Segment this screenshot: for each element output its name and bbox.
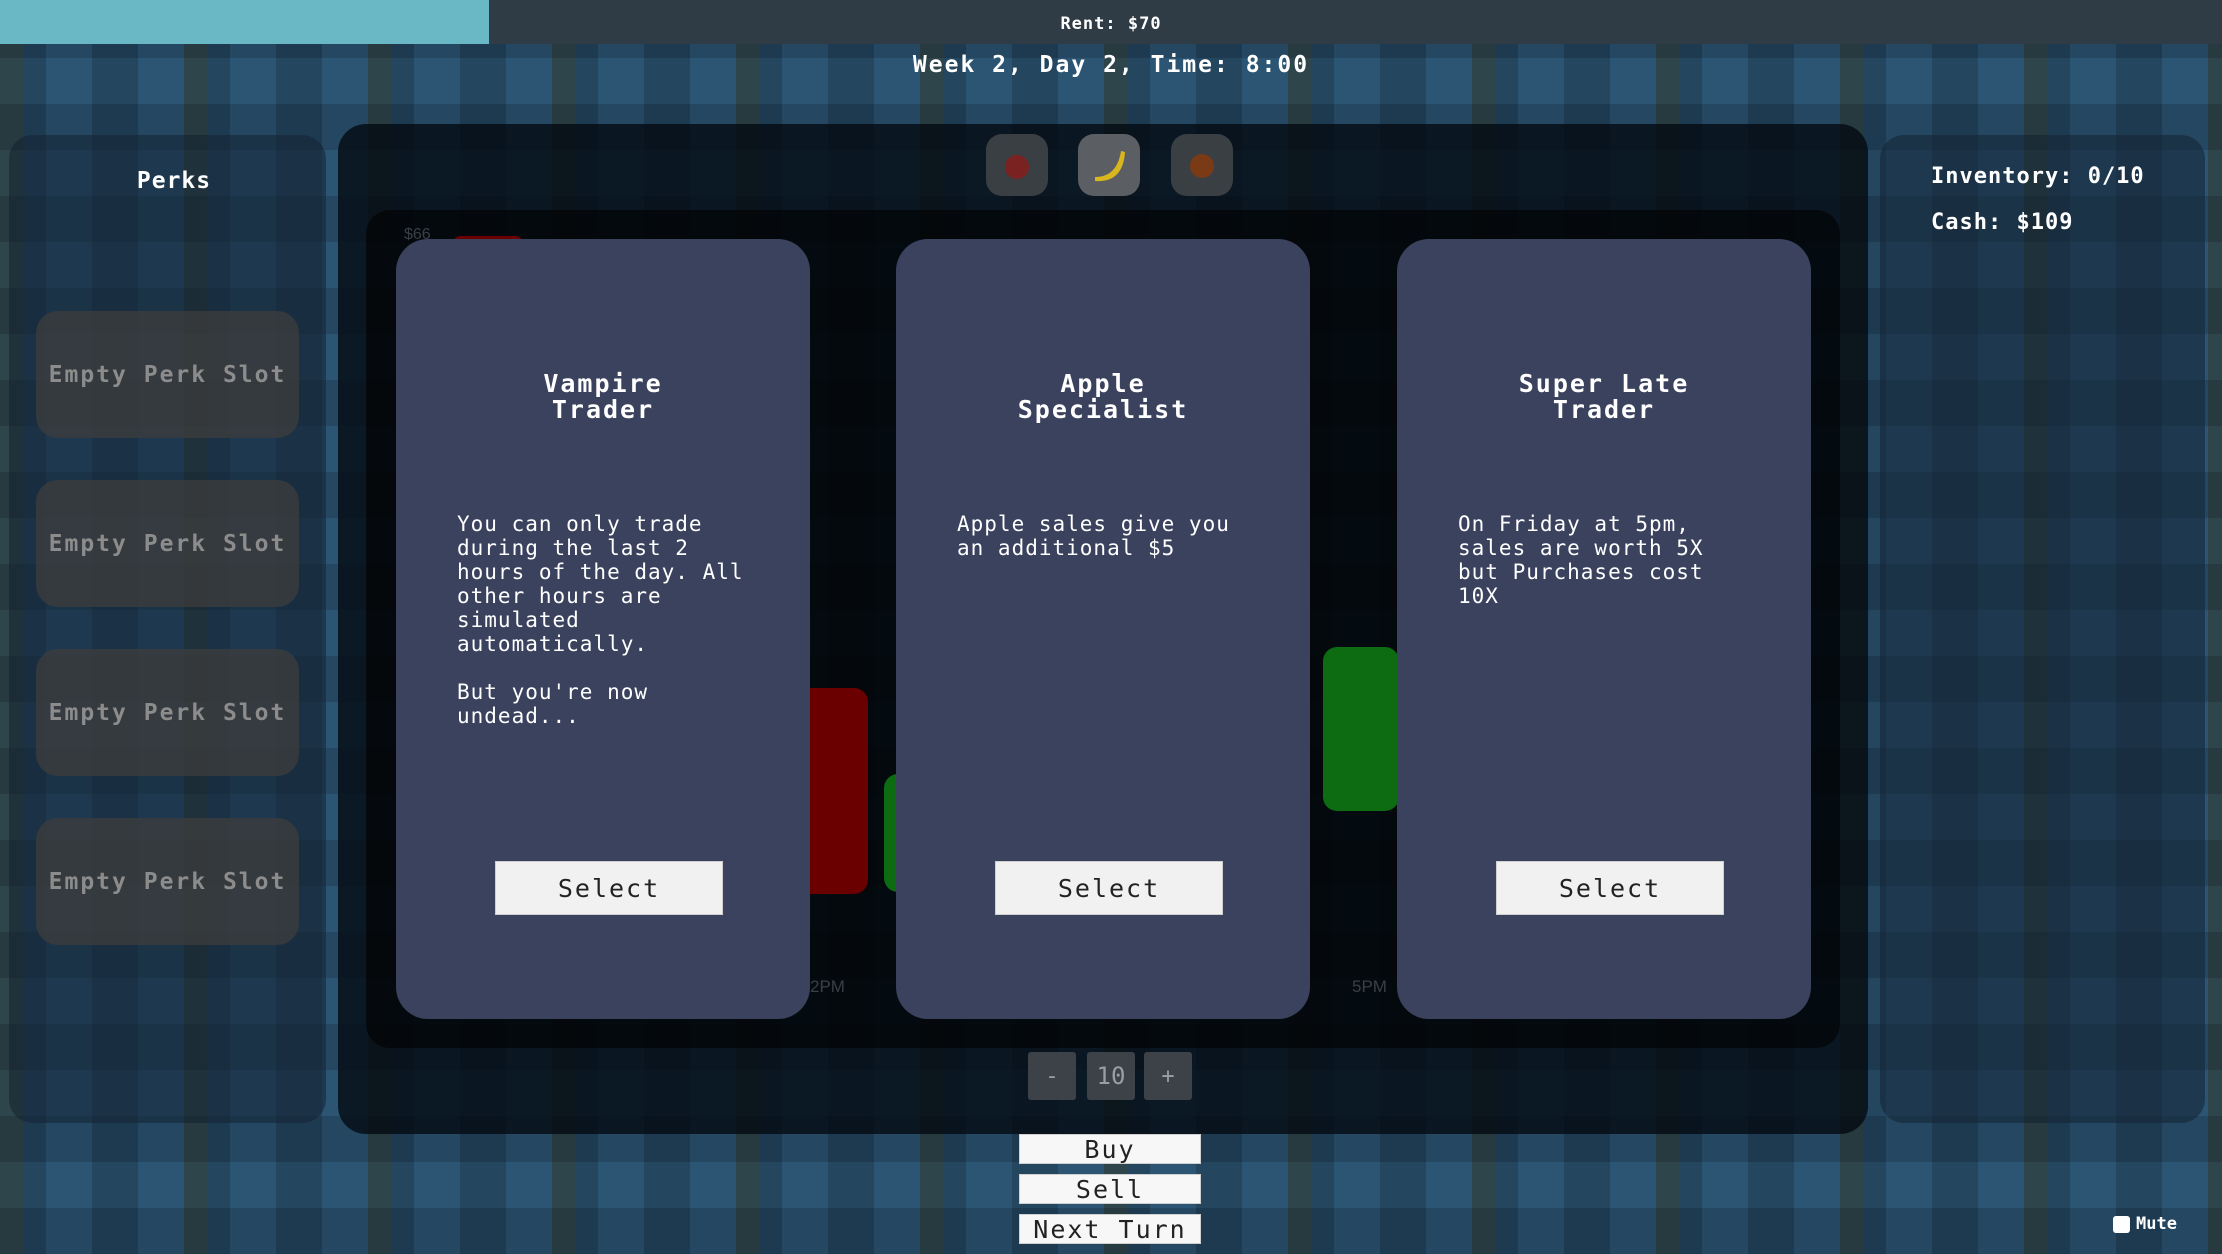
orange-tab[interactable] — [1171, 134, 1233, 196]
increase-quantity-button[interactable]: + — [1144, 1052, 1192, 1100]
buy-button[interactable]: Buy — [1019, 1134, 1201, 1164]
next-turn-button[interactable]: Next Turn — [1019, 1214, 1201, 1244]
select-perk-button[interactable]: Select — [495, 861, 723, 915]
perk-card-vampire-trader: Vampire Trader You can only trade during… — [396, 239, 810, 1019]
select-perk-button[interactable]: Select — [1496, 861, 1724, 915]
perk-slot[interactable]: Empty Perk Slot — [36, 480, 299, 607]
game-clock: Week 2, Day 2, Time: 8:00 — [912, 52, 1310, 78]
perk-card-description: You can only trade during the last 2 hou… — [457, 512, 744, 728]
perk-slot[interactable]: Empty Perk Slot — [36, 649, 299, 776]
quantity-value: 10 — [1087, 1052, 1135, 1100]
price-candle — [1323, 647, 1399, 811]
perk-card-apple-specialist: Apple Specialist Apple sales give you an… — [896, 239, 1310, 1019]
decrease-quantity-button[interactable]: - — [1028, 1052, 1076, 1100]
perk-card-super-late-trader: Super Late Trader On Friday at 5pm, sale… — [1397, 239, 1811, 1019]
perk-card-description: Apple sales give you an additional $5 — [957, 512, 1230, 560]
rent-label: Rent: $70 — [1060, 14, 1162, 34]
sell-button[interactable]: Sell — [1019, 1174, 1201, 1204]
mute-toggle[interactable]: Mute — [2113, 1214, 2177, 1234]
perks-panel — [9, 135, 326, 1123]
orange-icon — [1190, 154, 1214, 178]
time-tick-label: 5PM — [1352, 977, 1387, 996]
mute-checkbox[interactable] — [2113, 1215, 2130, 1233]
banana-icon — [1095, 151, 1125, 182]
perk-card-title: Vampire Trader — [543, 369, 663, 424]
perks-title: Perks — [136, 168, 212, 194]
perk-slot[interactable]: Empty Perk Slot — [36, 311, 299, 438]
banana-tab[interactable] — [1078, 134, 1140, 196]
inventory-count: Inventory: 0/10 — [1931, 164, 2145, 189]
cash-amount: Cash: $109 — [1931, 210, 2074, 235]
stats-panel — [1880, 135, 2205, 1123]
time-tick-label: 2PM — [810, 977, 845, 996]
apple-icon — [1005, 155, 1029, 179]
select-perk-button[interactable]: Select — [995, 861, 1223, 915]
perk-card-description: On Friday at 5pm, sales are worth 5X but… — [1458, 512, 1704, 608]
perk-card-title: Apple Specialist — [1017, 369, 1189, 424]
mute-label: Mute — [2136, 1214, 2177, 1234]
perk-card-title: Super Late Trader — [1518, 369, 1690, 424]
apple-tab[interactable] — [986, 134, 1048, 196]
perk-slot[interactable]: Empty Perk Slot — [36, 818, 299, 945]
